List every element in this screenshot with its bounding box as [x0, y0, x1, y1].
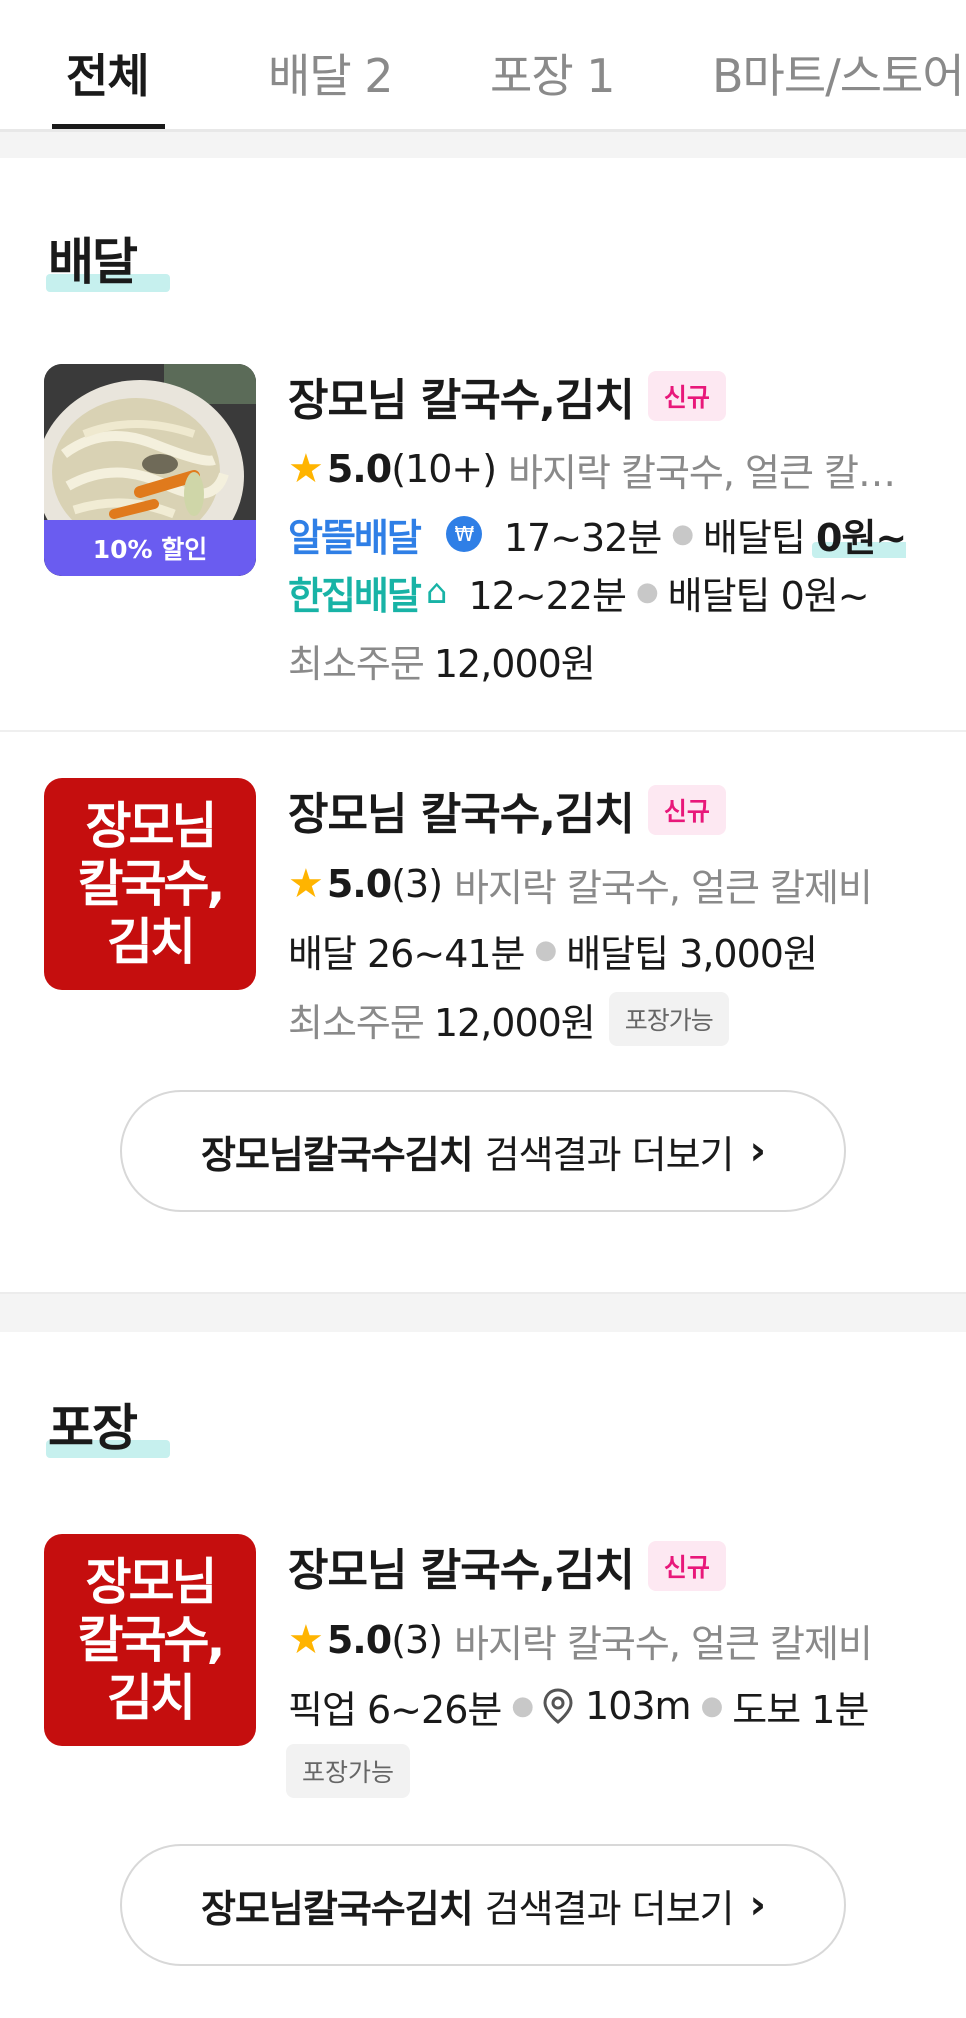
more-results-label: 검색결과 더보기	[484, 1886, 735, 1931]
delivery-time: 12~22분	[468, 573, 627, 618]
review-count: (3)	[391, 862, 443, 906]
more-results-label: 검색결과 더보기	[484, 1132, 735, 1177]
new-badge: 신규	[647, 371, 726, 421]
hanjip-delivery-label: 한집배달	[288, 573, 422, 618]
search-keyword: 장모님칼국수김치	[201, 1886, 474, 1931]
tab-all[interactable]: 전체	[66, 40, 150, 106]
tip-value: 0원~	[780, 573, 869, 618]
rating-value: 5.0	[326, 447, 392, 491]
tip-label: 배달팁	[703, 515, 806, 560]
review-count: (3)	[391, 1618, 443, 1662]
section-gap	[0, 1292, 966, 1332]
dot-separator: ●	[671, 519, 694, 549]
new-badge: 신규	[647, 1541, 726, 1591]
more-results-button[interactable]: 장모님칼국수김치 검색결과 더보기 ›	[120, 1844, 846, 1966]
store-divider	[0, 730, 966, 732]
section-title-delivery: 배달	[48, 233, 138, 291]
delivery-time: 배달 26~41분	[288, 931, 526, 976]
rating-value: 5.0	[326, 862, 392, 906]
star-icon: ★	[288, 861, 324, 907]
section-gap	[0, 132, 966, 158]
rating-line: ★ 5.0 (3) 바지락 칼국수, 얼큰 칼제비	[288, 1614, 872, 1666]
star-icon: ★	[288, 446, 324, 492]
delivery-tip: 배달팁 0원~	[703, 508, 906, 560]
house-speed-icon: ⌂	[425, 572, 448, 612]
store-logo[interactable]: 장모님 칼국수, 김치	[44, 778, 256, 990]
tip-label: 배달팁	[667, 573, 771, 618]
min-order-value: 12,000원	[433, 1000, 596, 1045]
star-icon: ★	[288, 1617, 324, 1663]
section-title-takeout: 포장	[48, 1399, 138, 1457]
active-tab-indicator	[52, 124, 165, 129]
min-order-line: 최소주문 12,000원 포장가능	[288, 990, 729, 1048]
store-name-row: 장모님 칼국수,김치 신규	[288, 366, 726, 426]
min-order-label: 최소주문	[288, 641, 425, 686]
store-name[interactable]: 장모님 칼국수,김치	[288, 778, 635, 842]
location-pin-icon	[543, 1688, 573, 1724]
rating-value: 5.0	[326, 1618, 392, 1662]
chevron-right-icon: ›	[749, 1882, 767, 1928]
dot-separator: ●	[700, 1691, 724, 1721]
delivery-option-hanjip: 한집배달 ⌂ 12~22분 ● 배달팁 0원~	[288, 566, 869, 618]
min-order-value: 12,000원	[433, 641, 595, 686]
discount-band: 10% 할인	[44, 520, 256, 576]
search-keyword: 장모님칼국수김치	[201, 1132, 474, 1177]
takeout-available-chip: 포장가능	[608, 992, 729, 1046]
rating-line: ★ 5.0 (3) 바지락 칼국수, 얼큰 칼제비	[288, 858, 872, 910]
menu-summary: 바지락 칼국수, 얼큰 칼제비	[454, 865, 872, 910]
dot-separator: ●	[511, 1691, 534, 1721]
store-name[interactable]: 장모님 칼국수,김치	[288, 364, 635, 428]
alttul-delivery-label: 알뜰배달	[288, 515, 422, 560]
delivery-time: 17~32분	[503, 515, 663, 560]
tab-takeout[interactable]: 포장 1	[490, 40, 616, 106]
won-coin-icon: ₩	[445, 516, 482, 552]
tip-value: 0원~	[816, 515, 907, 560]
chevron-right-icon: ›	[749, 1128, 767, 1174]
store-logo-text: 장모님 칼국수, 김치	[77, 797, 226, 971]
review-count: (10+)	[391, 447, 497, 491]
store-name-row: 장모님 칼국수,김치 신규	[288, 1536, 726, 1596]
tab-bmart-store[interactable]: B마트/스토어	[712, 40, 965, 106]
delivery-tip: 배달팁 3,000원	[566, 931, 817, 976]
store-logo[interactable]: 장모님 칼국수, 김치	[44, 1534, 256, 1746]
pickup-info-line: 픽업 6~26분 ● 103m ● 도보 1분	[288, 1680, 868, 1732]
delivery-tip: 배달팁 0원~	[668, 566, 869, 618]
menu-summary: 바지락 칼국수, 얼큰 칼제비	[508, 450, 919, 495]
walk-time: 도보 1분	[732, 1687, 869, 1732]
dot-separator: ●	[534, 935, 558, 965]
takeout-available-chip: 포장가능	[286, 1744, 411, 1798]
dot-separator: ●	[635, 577, 659, 607]
delivery-option-alttul: 알뜰배달 ₩ 17~32분 ● 배달팁 0원~	[288, 508, 906, 560]
delivery-info-line: 배달 26~41분 ● 배달팁 3,000원	[288, 924, 817, 976]
store-name[interactable]: 장모님 칼국수,김치	[288, 1534, 635, 1598]
tab-delivery[interactable]: 배달 2	[268, 40, 394, 106]
store-logo-text: 장모님 칼국수, 김치	[77, 1553, 226, 1727]
menu-summary: 바지락 칼국수, 얼큰 칼제비	[454, 1621, 872, 1666]
more-results-button[interactable]: 장모님칼국수김치 검색결과 더보기 ›	[120, 1090, 846, 1212]
category-tab-bar: 전체 배달 2 포장 1 B마트/스토어	[0, 0, 966, 132]
store-name-row: 장모님 칼국수,김치 신규	[288, 780, 726, 840]
distance: 103m	[585, 1684, 692, 1728]
min-order-line: 최소주문 12,000원	[288, 634, 595, 686]
store-thumbnail[interactable]: 10% 할인	[44, 364, 256, 576]
pickup-time: 픽업 6~26분	[288, 1687, 502, 1732]
min-order-label: 최소주문	[288, 1000, 425, 1045]
rating-line: ★ 5.0 (10+) 바지락 칼국수, 얼큰 칼제비	[288, 443, 918, 495]
new-badge: 신규	[647, 785, 726, 835]
